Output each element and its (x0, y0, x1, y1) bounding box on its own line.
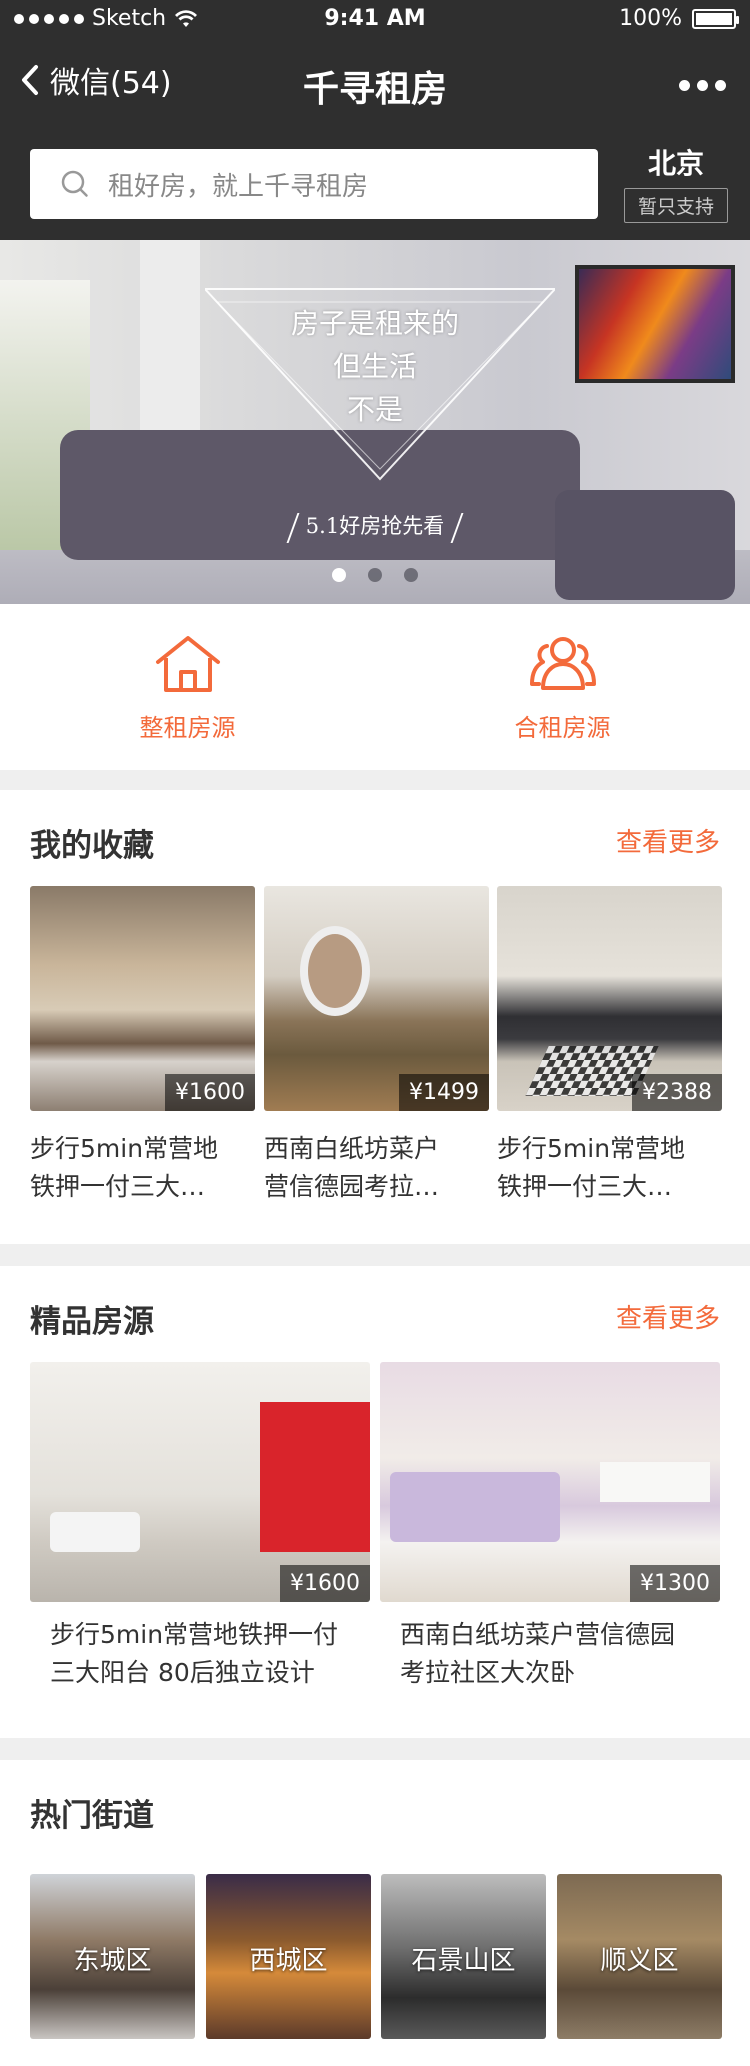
listing-price: ¥1600 (165, 1074, 255, 1111)
caption-line: 考拉社区大次卧 (400, 1658, 576, 1687)
street-label: 石景山区 (411, 1946, 516, 1976)
listing-price: ¥1300 (630, 1565, 720, 1602)
listing-card[interactable]: ¥2388 (497, 886, 722, 1111)
entry-shared-rent[interactable]: 合租房源 (375, 604, 750, 770)
status-bar: Sketch 9:41 AM 100% (0, 0, 750, 40)
banner-carousel[interactable]: 房子是租来的 但生活 不是 5.1好房抢先看 (0, 240, 750, 604)
caption-line: 西南白纸坊菜户营信德园 (400, 1620, 676, 1649)
caption-line: 营信德园考拉… (264, 1172, 440, 1201)
caption-line: 铁押一付三大… (497, 1172, 673, 1201)
pager-dot[interactable] (404, 568, 418, 582)
carousel-pager (0, 568, 750, 582)
listing-price: ¥1499 (399, 1074, 489, 1111)
battery-icon (692, 8, 739, 29)
listing-card[interactable]: ¥1600 (30, 1362, 370, 1602)
entry-whole-rent[interactable]: 整租房源 (0, 604, 375, 770)
caption-line: 三大阳台 80后独立设计 (50, 1658, 315, 1687)
search-input[interactable]: 租好房，就上千寻租房 (30, 149, 598, 219)
city-name: 北京 (647, 147, 704, 180)
listing-caption[interactable]: 步行5min常营地铁押一付 三大阳台 80后独立设计 (50, 1616, 370, 1692)
caption-line: 步行5min常营地 (30, 1134, 219, 1163)
pager-dot[interactable] (368, 568, 382, 582)
listing-card[interactable]: ¥1600 (30, 886, 255, 1111)
section-header: 精品房源 查看更多 (30, 1296, 720, 1340)
caption-line: 步行5min常营地铁押一付 (50, 1620, 339, 1649)
entry-label: 合租房源 (514, 714, 611, 742)
listing-caption[interactable]: 步行5min常营地 铁押一付三大… (497, 1130, 722, 1206)
bed-decor (390, 1472, 560, 1542)
sofa-decor (50, 1512, 140, 1552)
pager-dot[interactable] (332, 568, 346, 582)
street-label: 东城区 (73, 1946, 152, 1976)
favorites-section: 我的收藏 查看更多 ¥1600 步行5min常营地 铁押一付三大… ¥1499 … (0, 790, 750, 1244)
slogan-line-1: 房子是租来的 (290, 307, 459, 340)
street-label: 顺义区 (600, 1946, 679, 1976)
caption-line: 步行5min常营地 (497, 1134, 686, 1163)
slogan-line-2: 但生活 (332, 350, 417, 383)
street-card-shijingshan[interactable]: 石景山区 (381, 1874, 546, 2039)
battery-percent: 100% (619, 6, 682, 31)
listing-price: ¥2388 (632, 1074, 722, 1111)
street-label: 西城区 (249, 1946, 328, 1976)
city-selector[interactable]: 北京 暂只支持 (624, 142, 728, 223)
view-more-link[interactable]: 查看更多 (616, 822, 720, 859)
section-title: 热门街道 (30, 1798, 154, 1834)
section-header: 我的收藏 查看更多 (30, 820, 720, 864)
caption-line: 铁押一付三大… (30, 1172, 206, 1201)
battery-status: 100% (619, 6, 739, 31)
view-more-link[interactable]: 查看更多 (616, 1298, 720, 1335)
listing-card[interactable]: ¥1499 (264, 886, 489, 1111)
search-icon (61, 170, 88, 197)
banner-slogan: 房子是租来的 但生活 不是 (0, 302, 750, 431)
street-card-xicheng[interactable]: 西城区 (206, 1874, 371, 2039)
people-icon (529, 637, 596, 690)
listing-caption[interactable]: 西南白纸坊菜户营信德园 考拉社区大次卧 (400, 1616, 720, 1692)
premium-section: 精品房源 查看更多 ¥1600 步行5min常营地铁押一付 三大阳台 80后独立… (0, 1266, 750, 1738)
more-menu-icon[interactable] (679, 80, 726, 91)
section-title: 我的收藏 (30, 828, 154, 864)
page-title: 千寻租房 (302, 69, 447, 110)
city-badge: 暂只支持 (624, 188, 728, 223)
street-card-dongcheng[interactable]: 东城区 (30, 1874, 195, 2039)
listing-price: ¥1600 (280, 1565, 370, 1602)
listing-card[interactable]: ¥1300 (380, 1362, 720, 1602)
street-card-shunyi[interactable]: 顺义区 (557, 1874, 722, 2039)
category-entries: 整租房源 合租房源 (0, 604, 750, 770)
house-icon (155, 636, 220, 692)
section-header: 热门街道 (30, 1790, 720, 1834)
caption-line: 西南白纸坊菜户 (264, 1134, 440, 1163)
red-wall-decor (260, 1402, 370, 1552)
section-title: 精品房源 (30, 1304, 154, 1340)
slogan-line-3: 不是 (346, 393, 403, 426)
nav-bar: 微信(54) 千寻租房 (0, 40, 750, 128)
banner-subtitle: 5.1好房抢先看 (0, 510, 750, 543)
search-placeholder: 租好房，就上千寻租房 (108, 171, 369, 202)
hot-streets-section: 热门街道 东城区 西城区 石景山区 顺义区 (0, 1760, 750, 2066)
banner-ottoman-image (555, 490, 735, 600)
listing-caption[interactable]: 步行5min常营地 铁押一付三大… (30, 1130, 255, 1206)
search-bar: 租好房，就上千寻租房 北京 暂只支持 (0, 128, 750, 240)
desk-decor (600, 1462, 710, 1502)
entry-label: 整租房源 (139, 714, 236, 742)
listing-caption[interactable]: 西南白纸坊菜户 营信德园考拉… (264, 1130, 489, 1206)
mirror-decor (300, 926, 370, 1016)
